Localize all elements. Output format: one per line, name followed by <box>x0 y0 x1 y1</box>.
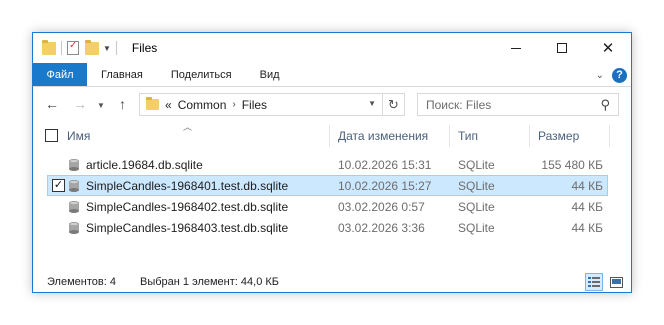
refresh-icon[interactable]: ↻ <box>382 94 404 115</box>
properties-icon[interactable] <box>67 40 79 55</box>
file-name: SimpleCandles-1968401.test.db.sqlite <box>86 179 289 193</box>
column-name[interactable]: Имя <box>67 129 90 143</box>
maximize-icon <box>557 43 567 53</box>
details-view-button[interactable] <box>585 273 603 291</box>
file-name: SimpleCandles-1968403.test.db.sqlite <box>86 221 289 235</box>
divider <box>115 41 117 55</box>
file-size: 44 КБ <box>571 179 603 193</box>
column-divider[interactable] <box>609 125 610 147</box>
item-count: Элементов: 4 <box>47 276 116 288</box>
search-box[interactable]: ⚲ <box>417 93 619 116</box>
file-type: SQLite <box>458 221 495 235</box>
column-divider[interactable] <box>449 125 450 147</box>
divider <box>61 41 62 55</box>
column-size[interactable]: Размер <box>538 129 579 143</box>
forward-arrow-icon[interactable]: → <box>73 96 87 112</box>
column-divider[interactable] <box>529 125 530 147</box>
minimize-icon <box>511 47 521 49</box>
title-bar: ▼ Files ✕ <box>33 33 631 63</box>
sqlite-file-icon <box>69 201 79 213</box>
file-size: 44 КБ <box>571 221 603 235</box>
new-folder-icon[interactable] <box>85 39 99 55</box>
large-icons-view-button[interactable] <box>607 273 625 291</box>
close-button[interactable]: ✕ <box>585 33 631 63</box>
window-controls: ✕ <box>493 33 631 63</box>
address-dropdown-icon[interactable]: ▼ <box>368 99 376 108</box>
ribbon-right-controls: ⌄ ? <box>596 63 627 87</box>
file-date: 03.02.2026 0:57 <box>338 200 425 214</box>
sqlite-file-icon <box>69 222 79 234</box>
folder-icon <box>42 39 56 55</box>
explorer-window: ▼ Files ✕ Файл Главная Поделиться Вид ⌄ … <box>32 32 632 293</box>
back-arrow-icon[interactable]: ← <box>45 96 59 112</box>
window-title: Files <box>131 41 158 55</box>
file-type: SQLite <box>458 158 495 172</box>
folder-icon <box>146 97 159 110</box>
select-all-checkbox[interactable] <box>45 129 58 142</box>
details-view-icon <box>588 277 600 287</box>
file-date: 03.02.2026 3:36 <box>338 221 425 235</box>
help-icon[interactable]: ? <box>612 67 627 83</box>
file-date: 10.02.2026 15:31 <box>338 158 432 172</box>
file-type: SQLite <box>458 200 495 214</box>
tab-view[interactable]: Вид <box>246 63 294 86</box>
recent-locations-icon[interactable]: ▼ <box>97 101 105 110</box>
column-date-modified[interactable]: Дата изменения <box>338 129 428 143</box>
breadcrumb-separator-icon[interactable]: › <box>232 99 235 110</box>
file-row[interactable]: SimpleCandles-1968402.test.db.sqlite 03.… <box>47 196 608 217</box>
column-divider[interactable] <box>329 125 330 147</box>
breadcrumb-overflow[interactable]: « <box>165 98 172 112</box>
large-icons-view-icon <box>609 276 623 288</box>
tab-share[interactable]: Поделиться <box>157 63 246 86</box>
navigation-bar: ← → ▼ ↑ « Common › Files ▼ ↻ ⚲ <box>33 92 631 118</box>
file-row-selected[interactable]: ✓ SimpleCandles-1968401.test.db.sqlite 1… <box>47 175 608 196</box>
selection-info: Выбран 1 элемент: 44,0 КБ <box>140 276 279 288</box>
column-header: ︿ Имя Дата изменения Тип Размер <box>33 122 631 148</box>
sort-ascending-icon: ︿ <box>183 122 193 132</box>
ribbon-tabs: Файл Главная Поделиться Вид ⌄ ? <box>33 63 631 87</box>
breadcrumb-common[interactable]: Common <box>178 98 227 112</box>
file-row[interactable]: SimpleCandles-1968403.test.db.sqlite 03.… <box>47 217 608 238</box>
file-date: 10.02.2026 15:27 <box>338 179 432 193</box>
maximize-button[interactable] <box>539 33 585 63</box>
tab-home[interactable]: Главная <box>87 63 157 86</box>
status-bar: Элементов: 4 Выбран 1 элемент: 44,0 КБ <box>33 271 631 292</box>
file-row[interactable]: article.19684.db.sqlite 10.02.2026 15:31… <box>47 154 608 175</box>
expand-ribbon-icon[interactable]: ⌄ <box>596 70 604 81</box>
up-arrow-icon[interactable]: ↑ <box>119 96 126 112</box>
column-type[interactable]: Тип <box>458 129 478 143</box>
close-icon: ✕ <box>601 39 615 57</box>
customize-arrow-icon[interactable]: ▼ <box>103 44 111 53</box>
row-checkbox-checked[interactable]: ✓ <box>52 179 65 192</box>
file-name: SimpleCandles-1968402.test.db.sqlite <box>86 200 289 214</box>
file-name: article.19684.db.sqlite <box>86 158 203 172</box>
tab-file[interactable]: Файл <box>33 63 87 86</box>
quick-access-toolbar: ▼ <box>33 33 122 63</box>
address-bar[interactable]: « Common › Files ▼ ↻ <box>139 93 405 116</box>
breadcrumb-files[interactable]: Files <box>242 98 267 112</box>
file-type: SQLite <box>458 179 495 193</box>
minimize-button[interactable] <box>493 33 539 63</box>
search-input[interactable] <box>426 94 596 115</box>
sqlite-file-icon <box>69 180 79 192</box>
file-size: 155 480 КБ <box>541 158 603 172</box>
search-icon[interactable]: ⚲ <box>600 97 610 113</box>
file-size: 44 КБ <box>571 200 603 214</box>
sqlite-file-icon <box>69 159 79 171</box>
